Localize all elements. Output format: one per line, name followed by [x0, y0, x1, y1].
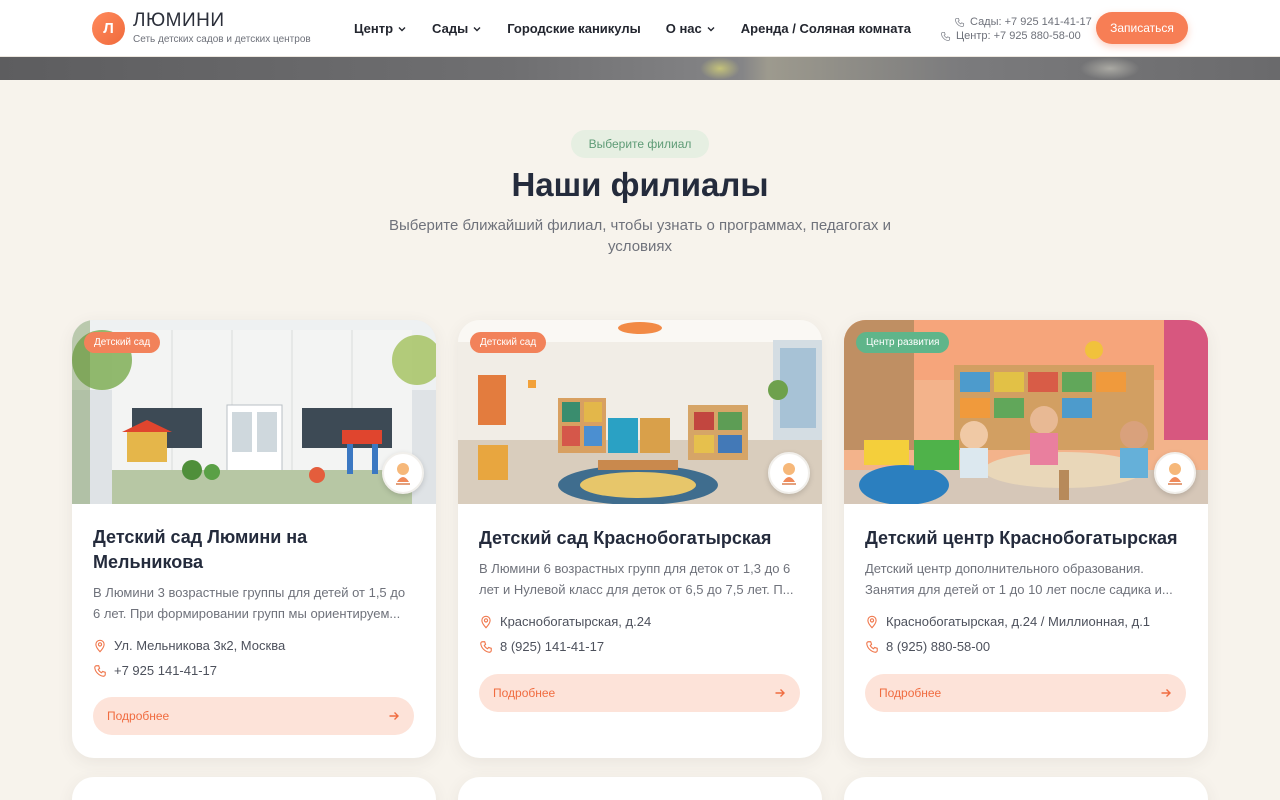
branch-address: Ул. Мельникова 3к2, Москва — [93, 638, 285, 653]
branch-title[interactable]: Детский сад Люмини на Мельникова — [93, 525, 415, 575]
nav-item-rent[interactable]: Аренда / Соляная комната — [741, 21, 911, 36]
nav-item-city-holidays[interactable]: Городские каникулы — [507, 21, 641, 36]
location-pin-icon — [481, 615, 491, 629]
branch-address-text: Краснобогатырская, д.24 / Миллионная, д.… — [886, 614, 1151, 629]
site-header: Л ЛЮМИНИ Сеть детских садов и детских це… — [0, 0, 1280, 57]
branch-address: Краснобогатырская, д.24 / Миллионная, д.… — [865, 614, 1150, 629]
branch-card-next[interactable] — [72, 777, 436, 800]
section-subtitle: Выберите ближайший филиал, чтобы узнать … — [389, 217, 891, 255]
phone-gardens-text: Сады: +7 925 141-41-17 — [970, 16, 1092, 28]
section-tag: Выберите филиал — [571, 130, 709, 158]
phone-center-text: Центр: +7 925 880-58-00 — [956, 30, 1081, 42]
hero-image-strip — [0, 57, 1280, 80]
branch-avatar — [768, 452, 810, 494]
phone-icon — [94, 664, 106, 677]
logo-mark[interactable]: Л — [92, 12, 125, 45]
hero-highlight — [700, 57, 740, 80]
main-nav: Центр Сады Городские каникулы О нас Арен… — [354, 0, 936, 57]
location-pin-icon — [867, 615, 877, 629]
location-pin-icon — [95, 639, 105, 653]
branch-description: В Люмини 6 возрастных групп для деток от… — [479, 561, 794, 597]
branch-type-badge: Центр развития — [856, 332, 950, 353]
branch-card-next[interactable] — [844, 777, 1208, 800]
logo-title[interactable]: ЛЮМИНИ — [133, 10, 225, 32]
arrow-right-icon — [775, 689, 785, 697]
arrow-right-icon — [389, 712, 399, 720]
branch-phone-text: +7 925 141-41-17 — [114, 663, 218, 678]
nav-item-center[interactable]: Центр — [354, 21, 407, 36]
details-button-label: Подробнее — [493, 686, 556, 700]
nav-item-label: Аренда / Соляная комната — [740, 21, 912, 36]
lumini-logo-icon — [782, 463, 796, 485]
branch-avatar — [1154, 452, 1196, 494]
branch-title[interactable]: Детский сад Краснобогатырская — [479, 526, 801, 551]
hero-highlight — [1080, 57, 1140, 80]
lumini-logo-icon — [396, 463, 410, 485]
logo-letter: Л — [103, 20, 114, 37]
branch-phone[interactable]: 8 (925) 880-58-00 — [865, 639, 990, 654]
branch-phone-text: 8 (925) 141-41-17 — [500, 639, 605, 654]
branch-title[interactable]: Детский центр Краснобогатырская — [865, 526, 1187, 551]
branch-phone-text: 8 (925) 880-58-00 — [886, 639, 991, 654]
phone-icon — [866, 640, 878, 653]
section-title: Наши филиалы — [511, 166, 769, 203]
header-phones: Сады: +7 925 141-41-17 Центр: +7 925 880… — [940, 15, 1092, 43]
nav-item-label: Сады — [432, 21, 469, 36]
branch-description: В Люмини 3 возрастные группы для детей о… — [93, 585, 406, 621]
branch-address-text: Ул. Мельникова 3к2, Москва — [114, 638, 286, 653]
phone-icon — [480, 640, 492, 653]
nav-item-label: Городские каникулы — [507, 21, 641, 36]
nav-item-label: Центр — [354, 21, 394, 36]
branch-address: Краснобогатырская, д.24 — [479, 614, 651, 629]
chevron-down-icon — [473, 26, 481, 31]
chevron-down-icon — [707, 26, 715, 31]
branch-avatar — [382, 452, 424, 494]
branch-type-badge: Детский сад — [470, 332, 547, 353]
details-button[interactable]: Подробнее — [479, 674, 800, 712]
phone-gardens[interactable]: Сады: +7 925 141-41-17 — [954, 15, 1092, 29]
lumini-logo-icon — [1168, 463, 1182, 485]
chevron-down-icon — [398, 26, 406, 31]
nav-item-label: О нас — [665, 21, 702, 36]
signup-button[interactable]: Записаться — [1096, 12, 1188, 44]
phone-icon — [954, 17, 965, 27]
branch-card[interactable]: Детский сад Детский сад Люмини на Мельни… — [72, 320, 436, 758]
details-button-label: Подробнее — [107, 709, 170, 723]
branch-phone[interactable]: +7 925 141-41-17 — [93, 663, 217, 678]
branch-address-text: Краснобогатырская, д.24 — [500, 614, 652, 629]
branch-description: Детский центр дополнительного образовани… — [865, 561, 1173, 597]
phone-icon — [940, 31, 951, 41]
details-button[interactable]: Подробнее — [865, 674, 1186, 712]
branch-card-next[interactable] — [458, 777, 822, 800]
branch-phone[interactable]: 8 (925) 141-41-17 — [479, 639, 604, 654]
branch-card[interactable]: Центр развития Детский центр Краснобогат… — [844, 320, 1208, 758]
details-button[interactable]: Подробнее — [93, 697, 414, 735]
nav-item-about[interactable]: О нас — [666, 21, 716, 36]
details-button-label: Подробнее — [879, 686, 942, 700]
arrow-right-icon — [1161, 689, 1171, 697]
branch-card[interactable]: Детский сад Детский сад Краснобогатырска… — [458, 320, 822, 758]
phone-center[interactable]: Центр: +7 925 880-58-00 — [940, 29, 1092, 43]
branch-type-badge: Детский сад — [84, 332, 161, 353]
nav-item-gardens[interactable]: Сады — [432, 21, 482, 36]
logo-subtitle: Сеть детских садов и детских центров — [133, 34, 311, 45]
